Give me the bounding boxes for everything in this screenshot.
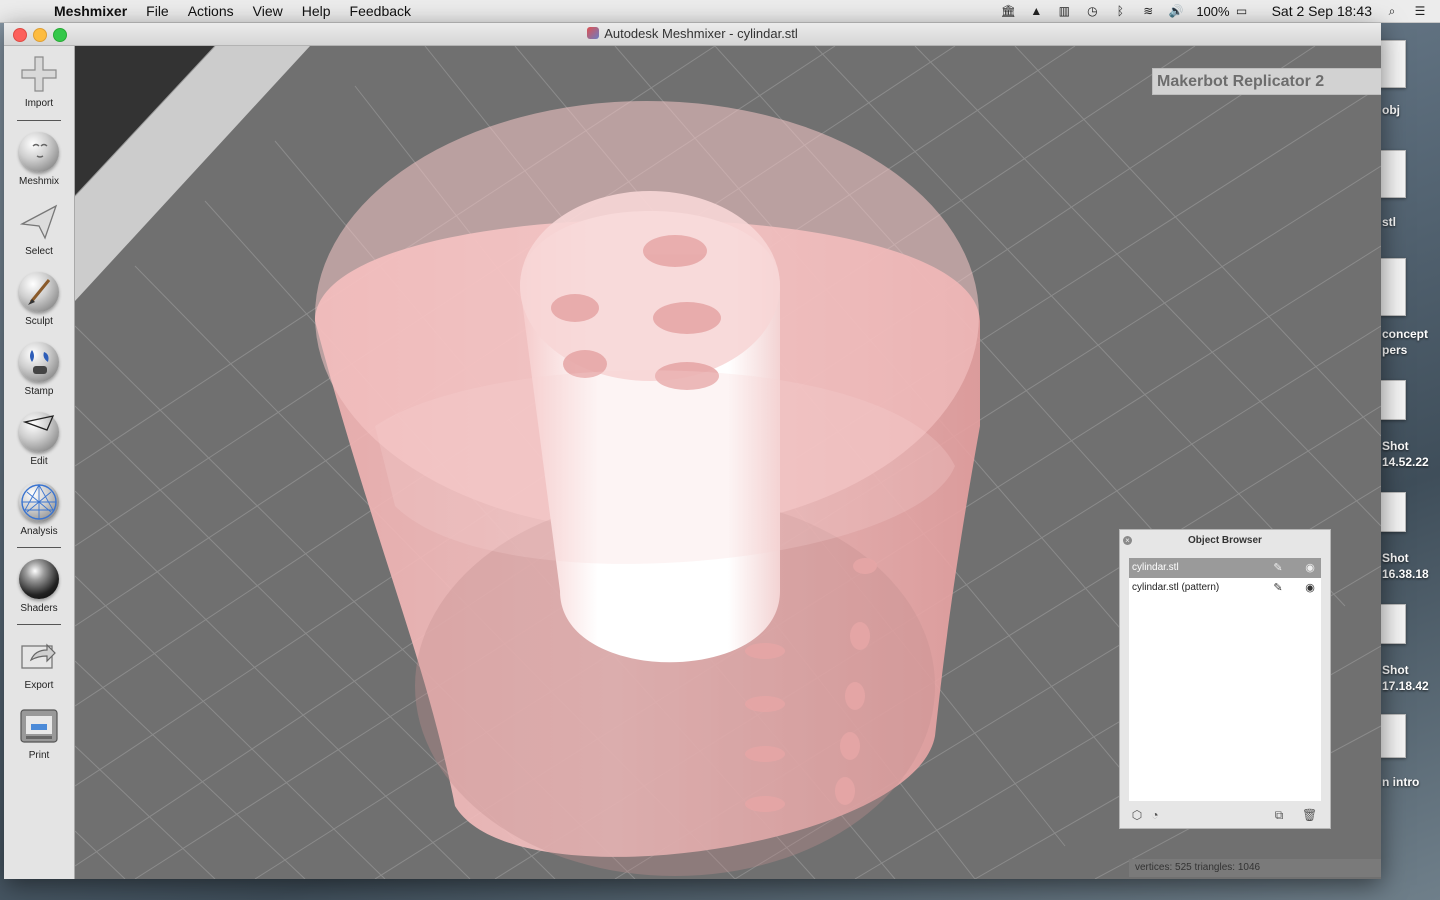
bank-icon[interactable]: 🏛 [1000,4,1016,18]
object-name: cylindar.stl [1132,562,1179,573]
menu-feedback[interactable]: Feedback [350,3,411,19]
tool-label: Select [25,246,53,257]
toolbar-separator [17,120,61,121]
battery-meter-icon[interactable]: ▥ [1056,4,1072,18]
desktop-file-label[interactable]: obj [1382,102,1400,118]
object-row[interactable]: cylindar.stl ✎ ◉ [1129,558,1321,578]
tool-label: Meshmix [18,176,59,187]
close-panel-icon[interactable]: × [1123,536,1132,545]
tool-label: Import [24,98,54,109]
tool-label: Print [28,750,50,761]
menu-file[interactable]: File [146,3,169,19]
meshmixer-window: Autodesk Meshmixer - cylindar.stl Import… [4,23,1381,879]
panel-title[interactable]: Object Browser [1120,530,1330,552]
drive-icon[interactable]: ▲ [1028,4,1044,18]
tool-analysis[interactable]: Analysis [4,482,74,537]
menu-app-name[interactable]: Meshmixer [54,3,127,19]
panel-footer: ⬡ ◔ ⧉ 🗑 [1120,802,1330,828]
bluetooth-icon[interactable]: ᛒ [1112,4,1128,18]
volume-icon[interactable]: 🔊 [1168,4,1184,18]
title-bar[interactable]: Autodesk Meshmixer - cylindar.stl [4,23,1381,46]
tool-import[interactable]: Import [4,54,74,109]
mesh-stats: vertices: 525 triangles: 1046 [1135,862,1261,873]
edit-pencil-icon[interactable]: ✎ [1271,581,1285,595]
window-title: Autodesk Meshmixer - cylindar.stl [604,26,798,41]
tool-label: Stamp [24,386,54,397]
meshmix-head-icon [19,132,59,172]
desktop-file-label[interactable]: 14.52.22 [1382,454,1429,470]
select-arrow-icon [19,202,59,242]
desktop-file-label[interactable]: 16.38.18 [1382,566,1429,582]
desktop-file-thumb[interactable] [1380,258,1406,316]
tool-label: Analysis [20,526,58,537]
desktop-file-label[interactable]: Shot [1382,438,1409,454]
trash-icon[interactable]: 🗑 [1302,808,1317,822]
list-icon[interactable]: ☰ [1412,4,1428,18]
edit-pencil-icon[interactable]: ✎ [1271,561,1285,575]
object-name: cylindar.stl (pattern) [1132,582,1220,593]
search-icon[interactable]: ⌕ [1384,4,1400,18]
menu-bar: Meshmixer File Actions View Help Feedbac… [0,0,1440,23]
desktop-file-label[interactable]: concept [1382,326,1428,342]
app-icon [587,27,600,39]
wifi-icon[interactable]: ≋ [1140,4,1156,18]
stamp-icon [19,342,59,382]
toolbar-separator [17,624,61,625]
minimize-window-button[interactable] [33,28,47,42]
desktop-file-thumb[interactable] [1380,150,1406,198]
sculpt-brush-icon [19,272,59,312]
menu-view[interactable]: View [253,3,283,19]
duplicate-icon[interactable]: ⧉ [1272,808,1286,822]
close-window-button[interactable] [13,28,27,42]
export-icon [19,636,59,676]
object-row[interactable]: cylindar.stl (pattern) ✎ ◉ [1129,578,1321,598]
desktop-file-label[interactable]: 17.18.42 [1382,678,1429,694]
analysis-mesh-icon [19,482,59,522]
battery-percent: 100% [1196,3,1230,19]
pie-icon[interactable]: ◔ [1148,808,1162,822]
plus-icon [19,54,59,94]
menu-actions[interactable]: Actions [188,3,234,19]
tool-export[interactable]: Export [4,636,74,691]
tool-label: Sculpt [25,316,53,327]
tool-edit[interactable]: Edit [4,412,74,467]
desktop-file-thumb[interactable] [1380,604,1406,644]
desktop-file-thumb[interactable] [1380,40,1406,88]
toolbar-separator [17,547,61,548]
tool-label: Edit [30,456,48,467]
tool-sculpt[interactable]: Sculpt [4,272,74,327]
menu-help[interactable]: Help [302,3,331,19]
battery-icon[interactable]: ▭ [1234,4,1250,18]
desktop-file-label[interactable]: Shot [1382,550,1409,566]
desktop-file-thumb[interactable] [1380,380,1406,420]
status-bar: vertices: 525 triangles: 1046 [1129,859,1381,877]
tool-select[interactable]: Select [4,202,74,257]
eye-icon[interactable]: ◉ [1303,561,1317,575]
desktop-file-label[interactable]: Shot [1382,662,1409,678]
tool-print[interactable]: Print [4,706,74,761]
tool-label: Shaders [20,603,58,614]
printer-name: Makerbot Replicator 2 [1157,73,1325,90]
clock[interactable]: Sat 2 Sep 18:43 [1272,3,1372,19]
eye-icon[interactable]: ◉ [1303,581,1317,595]
desktop-file-label[interactable]: stl [1382,214,1396,230]
printer-icon [19,706,59,746]
tool-stamp[interactable]: Stamp [4,342,74,397]
desktop-file-thumb[interactable] [1380,492,1406,532]
desktop-file-thumb[interactable] [1380,714,1406,758]
cube-icon[interactable]: ⬡ [1130,808,1144,822]
time-machine-icon[interactable]: ◷ [1084,4,1100,18]
tool-meshmix[interactable]: Meshmix [4,132,74,187]
desktop-file-label[interactable]: n intro [1382,774,1419,790]
tool-shaders[interactable]: Shaders [4,559,74,614]
tool-label: Export [24,680,54,691]
printer-selector[interactable]: Makerbot Replicator 2 ▼ [1152,68,1381,95]
desktop-file-label[interactable]: pers [1382,342,1407,358]
zoom-window-button[interactable] [53,28,67,42]
tool-palette: Import Meshmix Select Sculpt Stamp Edit … [4,46,75,879]
shader-ball-icon [19,559,59,599]
object-list: cylindar.stl ✎ ◉ cylindar.stl (pattern) … [1129,558,1321,801]
object-browser-panel: × Object Browser cylindar.stl ✎ ◉ cylind… [1119,529,1331,829]
edit-sphere-icon [19,412,59,452]
